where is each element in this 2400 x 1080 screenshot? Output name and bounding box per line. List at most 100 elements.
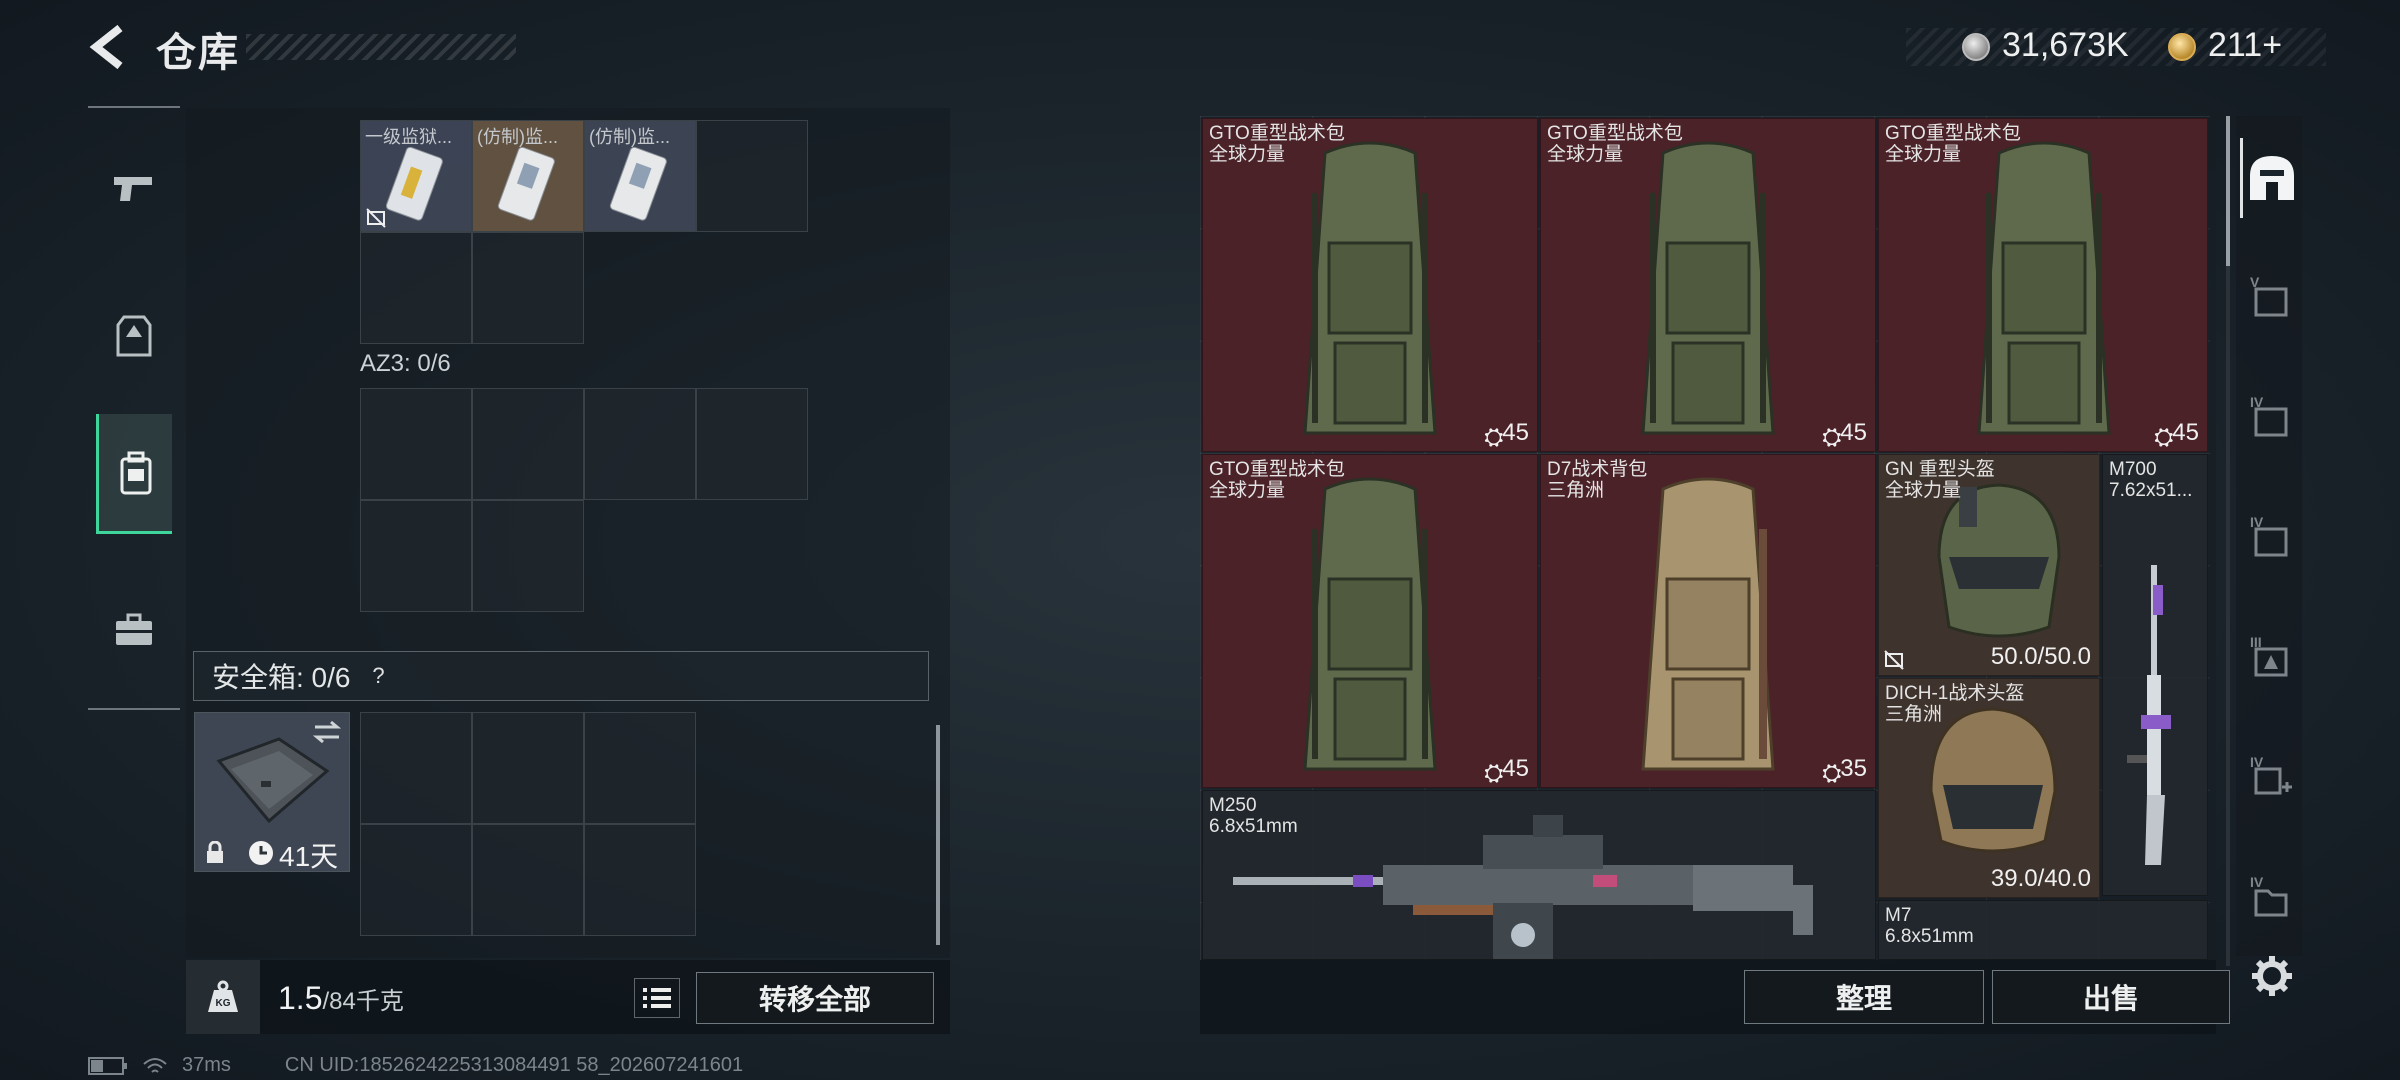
empty-slot[interactable] <box>472 500 584 612</box>
stash-tab-4a[interactable]: IV <box>2240 376 2300 456</box>
vest-icon <box>116 315 152 357</box>
silver-coin-icon <box>1962 33 1990 61</box>
sidebar-tab-armor[interactable] <box>96 276 172 396</box>
empty-slot[interactable] <box>584 388 696 500</box>
stash-item-rifle[interactable]: M700 7.62x51... <box>2102 454 2208 896</box>
sort-button[interactable]: 整理 <box>1744 970 1984 1024</box>
gold-amount[interactable]: 211+ <box>2208 26 2282 65</box>
safebox-slot[interactable] <box>472 712 584 824</box>
safebox-header: 安全箱: 0/6 ? <box>193 651 929 701</box>
stash-item-helmet[interactable]: GN 重型头盔 全球力量 50.0/50.0 <box>1878 454 2100 676</box>
stash-tab-3[interactable]: III <box>2240 616 2300 696</box>
empty-slot[interactable] <box>472 232 584 344</box>
stash-item-machinegun[interactable]: M250 6.8x51mm <box>1202 790 1876 960</box>
gear-icon <box>2252 956 2292 996</box>
stash-tab-all[interactable] <box>2240 138 2300 218</box>
keycard-icon <box>609 146 667 221</box>
swap-icon[interactable] <box>311 719 343 745</box>
empty-slot[interactable] <box>360 232 472 344</box>
item-durability: 39.0/40.0 <box>1990 865 2091 892</box>
helmet-image <box>1929 707 2057 853</box>
sidebar-tab-case[interactable] <box>96 570 172 690</box>
sell-button[interactable]: 出售 <box>1992 970 2230 1024</box>
empty-slot[interactable] <box>360 388 472 500</box>
stash-tab-4c[interactable]: IV <box>2240 736 2300 816</box>
svg-text:IV: IV <box>2250 874 2264 890</box>
backpack-panel: 一级监狱... (仿制)监... (仿制)监... AZ3: 0/6 41天 <box>186 108 950 958</box>
backpack-scrollbar[interactable] <box>936 725 940 945</box>
item-name: M7 6.8x51mm <box>1885 905 1974 947</box>
stash-panel: GTO重型战术包 全球力量 ⛭ 45 GTO重型战术包 全球力量 ⛭ 45 GTO重型战… <box>1200 116 2216 960</box>
safebox-slot[interactable] <box>584 712 696 824</box>
stash-tab-5[interactable]: V <box>2240 256 2300 336</box>
gold-coin-icon <box>2168 33 2196 61</box>
safebox-slot[interactable] <box>360 712 472 824</box>
item-durability: 50.0/50.0 <box>1990 643 2091 670</box>
empty-slot[interactable] <box>472 388 584 500</box>
back-arrow-icon <box>89 24 123 70</box>
weight-current: 1.5 <box>278 980 323 1016</box>
stash-scrollbar[interactable] <box>2226 116 2230 266</box>
item-name: M700 7.62x51... <box>2109 459 2193 501</box>
backpack-item[interactable]: (仿制)监... <box>472 120 584 232</box>
stash-item-backpack[interactable]: GTO重型战术包 全球力量 ⛭ 45 <box>1540 118 1876 452</box>
item-name: GTO重型战术包 全球力量 <box>1885 123 2021 165</box>
stash-tab-4d[interactable]: IV <box>2240 856 2300 936</box>
stash-tier-iv-add-icon: IV <box>2250 754 2292 795</box>
stash-item-rifle[interactable]: M7 6.8x51mm <box>1878 900 2208 960</box>
stash-home-icon <box>2249 156 2294 200</box>
az3-capacity-label: AZ3: 0/6 <box>360 350 451 377</box>
item-count: ⛭ 35 <box>1822 755 1867 787</box>
item-name: M250 6.8x51mm <box>1209 795 1298 837</box>
stash-item-helmet[interactable]: DICH-1战术头盔 三角洲 39.0/40.0 <box>1878 678 2100 898</box>
list-view-button[interactable] <box>634 978 680 1018</box>
stash-item-backpack[interactable]: GTO重型战术包 全球力量 ⛭ 45 <box>1878 118 2208 452</box>
item-count: ⛭ 45 <box>2154 419 2199 451</box>
sidebar-bracket-top <box>88 106 180 110</box>
settings-button[interactable] <box>2250 954 2294 998</box>
keycard-icon <box>497 146 555 221</box>
safebox-slot[interactable] <box>472 824 584 936</box>
backpack-item[interactable]: (仿制)监... <box>584 120 696 232</box>
safebox-slot[interactable] <box>584 824 696 936</box>
stash-tier-iv-folder-icon: IV <box>2250 874 2288 917</box>
safebox-slot[interactable] <box>360 824 472 936</box>
empty-slot[interactable] <box>360 500 472 612</box>
sidebar-tab-weapons[interactable] <box>96 128 172 248</box>
weight-icon-box: KG <box>186 960 260 1034</box>
stash-tier-iv-icon: IV <box>2250 514 2288 557</box>
capacity-icon: ⛭ <box>1822 424 1842 451</box>
stash-tab-4b[interactable]: IV <box>2240 496 2300 576</box>
no-insure-icon <box>366 208 386 228</box>
transfer-all-button[interactable]: 转移全部 <box>696 972 934 1024</box>
lock-icon <box>207 841 223 863</box>
item-count: ⛭ 45 <box>1822 419 1867 451</box>
no-insure-icon <box>1884 650 1904 670</box>
stash-item-backpack[interactable]: D7战术背包 三角洲 ⛭ 35 <box>1540 454 1876 788</box>
item-count: ⛭ 45 <box>1484 755 1529 787</box>
title-decoration <box>246 34 516 60</box>
silver-amount[interactable]: 31,673K <box>2002 26 2129 65</box>
item-name: GTO重型战术包 全球力量 <box>1547 123 1683 165</box>
backpack-image <box>1303 141 1437 435</box>
help-icon[interactable]: ? <box>366 663 390 688</box>
empty-slot[interactable] <box>696 388 808 500</box>
list-icon <box>643 988 671 1008</box>
item-name: GTO重型战术包 全球力量 <box>1209 123 1345 165</box>
empty-slot[interactable] <box>696 120 808 232</box>
backpack-image <box>1977 141 2111 435</box>
weight-bar: KG 1.5/84千克 转移全部 <box>186 960 950 1034</box>
backpack-image <box>1303 477 1437 771</box>
stash-item-backpack[interactable]: GTO重型战术包 全球力量 ⛭ 45 <box>1202 454 1538 788</box>
backpack-item[interactable]: 一级监狱... <box>360 120 472 232</box>
sniper-rifle-image <box>2127 565 2171 865</box>
capacity-icon: ⛭ <box>1484 424 1504 451</box>
helmet-image <box>1937 483 2061 638</box>
safebox-item[interactable]: 41天 <box>194 712 350 872</box>
stash-item-backpack[interactable]: GTO重型战术包 全球力量 ⛭ 45 <box>1202 118 1538 452</box>
safebox-case-icon <box>216 737 330 824</box>
capacity-icon: ⛭ <box>1484 760 1504 787</box>
sidebar-tab-backpack[interactable] <box>96 414 172 534</box>
ping-text: 37ms <box>182 1054 231 1076</box>
back-button[interactable] <box>86 22 136 72</box>
